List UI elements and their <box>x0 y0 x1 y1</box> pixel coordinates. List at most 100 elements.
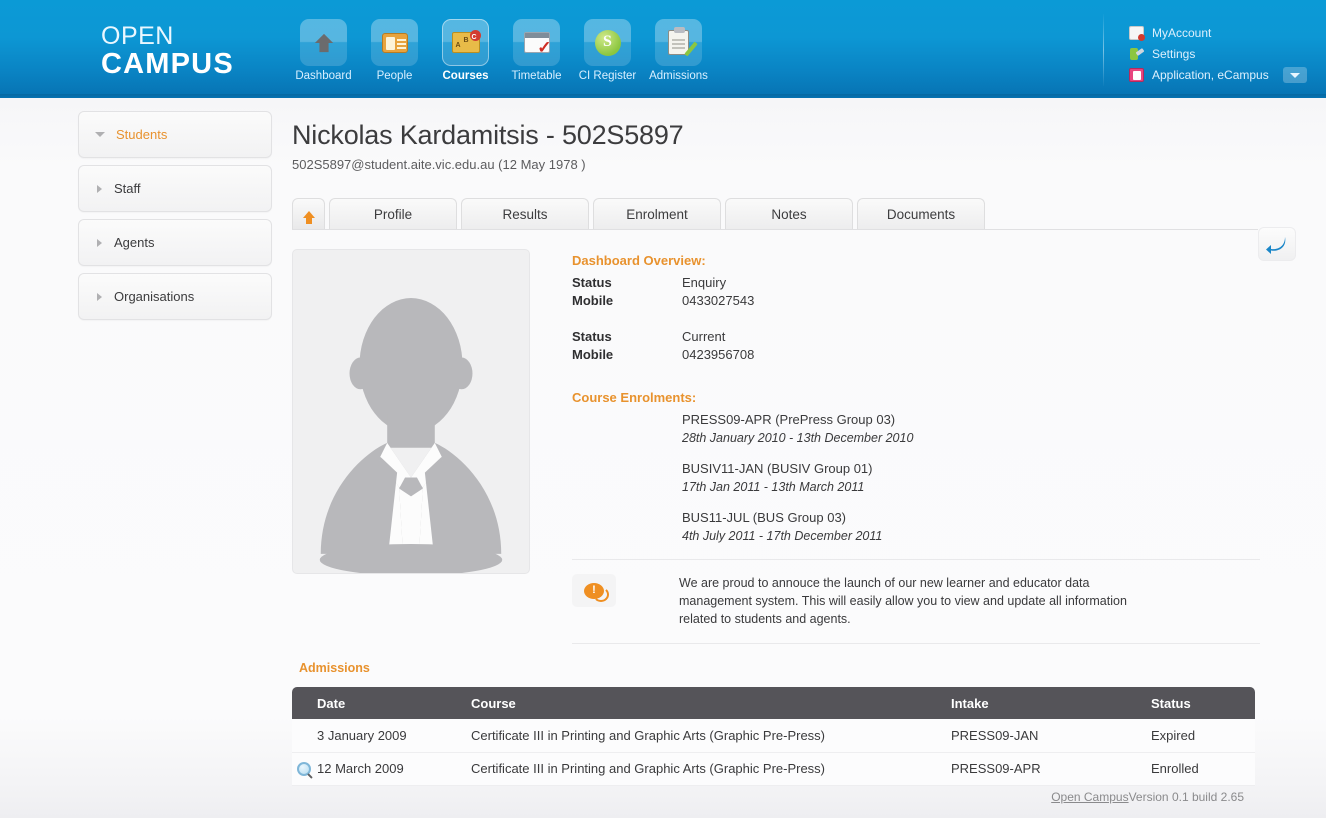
divider <box>572 643 1260 644</box>
enrolment-name: BUS11-JUL (BUS Group 03) <box>682 510 847 525</box>
nav-item-timetable[interactable]: ✓ Timetable <box>506 19 567 82</box>
sidebar-item-staff[interactable]: Staff <box>78 165 272 212</box>
account-card-icon <box>1129 26 1145 41</box>
speech-bubble-icon <box>572 574 616 607</box>
column-header-status[interactable]: Status <box>1137 687 1255 719</box>
brand-line-2: CAMPUS <box>101 47 234 80</box>
enrolment-dates: 17th Jan 2011 - 13th March 2011 <box>682 480 865 494</box>
bubble-shape <box>584 582 609 602</box>
application-icon <box>1129 68 1144 82</box>
sidebar-item-label: Agents <box>114 235 155 250</box>
account-item-settings[interactable]: Settings <box>1129 44 1307 64</box>
page-body: Students Staff Agents Organisations Nick… <box>0 98 1326 818</box>
tab-notes[interactable]: Notes <box>725 198 853 229</box>
chevron-down-icon <box>95 132 105 137</box>
enrolment-dates: 28th January 2010 - 13th December 2010 <box>682 431 914 445</box>
announcement: We are proud to annouce the launch of ou… <box>572 560 1260 628</box>
enrolment-item: BUSIV11-JAN (BUSIV Group 01) 17th Jan 20… <box>572 460 1268 496</box>
nav-item-ci-register[interactable]: CI Register <box>577 19 638 82</box>
chevron-right-icon <box>97 184 102 193</box>
tab-label: Enrolment <box>626 206 688 222</box>
sidebar-item-organisations[interactable]: Organisations <box>78 273 272 320</box>
cell-date: 3 January 2009 <box>292 719 457 753</box>
sidebar-item-agents[interactable]: Agents <box>78 219 272 266</box>
cell-intake: PRESS09-JAN <box>937 719 1137 753</box>
enrolment-dates: 4th July 2011 - 17th December 2011 <box>682 529 883 543</box>
tab-profile[interactable]: Profile <box>329 198 457 229</box>
overview-row: Mobile 0423956708 <box>572 346 1268 364</box>
sidebar-item-label: Students <box>116 127 168 142</box>
brand-line-1: OPEN <box>101 22 174 50</box>
account-item-label: Application, eCampus <box>1152 68 1269 82</box>
nav-tile <box>371 19 418 66</box>
tab-label: Documents <box>886 206 956 222</box>
table-head: Date Course Intake Status <box>292 687 1255 719</box>
folder-tabs-icon: ABC <box>451 30 481 53</box>
tab-enrolment[interactable]: Enrolment <box>593 198 721 229</box>
cell-status: Expired <box>1137 719 1255 753</box>
enrolment-item: BUS11-JUL (BUS Group 03) 4th July 2011 -… <box>572 509 1268 545</box>
footer-version: Version 0.1 build 2.65 <box>1128 790 1244 804</box>
tab-documents[interactable]: Documents <box>857 198 985 229</box>
overview-value: Current <box>682 329 726 344</box>
overview-heading: Dashboard Overview: <box>572 253 706 268</box>
tab-results[interactable]: Results <box>461 198 589 229</box>
main-row: Dashboard Overview: Status Enquiry Mobil… <box>292 249 1268 644</box>
home-arrow-icon <box>302 210 315 224</box>
overview-key: Status <box>572 275 612 290</box>
id-badge-icon <box>381 32 408 53</box>
overview-row: Mobile 0433027543 <box>572 292 1268 310</box>
person-placeholder-icon <box>319 298 503 573</box>
magnifier-icon[interactable] <box>297 761 311 776</box>
nav-tile <box>655 19 702 66</box>
column-header-intake[interactable]: Intake <box>937 687 1137 719</box>
nav-tile: ABC <box>442 19 489 66</box>
nav-label: Dashboard <box>295 70 352 82</box>
chevron-down-icon[interactable] <box>1282 67 1307 83</box>
clipboard-pen-icon <box>668 27 698 57</box>
chevron-right-icon <box>97 292 102 301</box>
nav-item-admissions[interactable]: Admissions <box>648 19 709 82</box>
page-subtitle: 502S5897@student.aite.vic.edu.au (12 May… <box>292 157 586 172</box>
nav-item-courses[interactable]: ABC Courses <box>435 19 496 82</box>
nav-item-people[interactable]: People <box>364 19 425 82</box>
nav-item-dashboard[interactable]: Dashboard <box>293 19 354 82</box>
calendar-check-icon: ✓ <box>523 32 552 56</box>
table-header-row: Date Course Intake Status <box>292 687 1255 719</box>
column-header-date[interactable]: Date <box>292 687 457 719</box>
chevron-right-icon <box>97 238 102 247</box>
tab-label: Notes <box>771 206 807 222</box>
overview-value: 0433027543 <box>682 293 755 308</box>
home-icon <box>314 33 333 52</box>
enrolment-item: PRESS09-APR (PrePress Group 03) 28th Jan… <box>572 411 1268 447</box>
column-header-course[interactable]: Course <box>457 687 937 719</box>
overview-key: Mobile <box>572 293 614 308</box>
footer-link[interactable]: Open Campus <box>1051 790 1128 804</box>
nav-tile: ✓ <box>513 19 560 66</box>
nav-label: CI Register <box>578 70 637 82</box>
tab-label: Results <box>502 206 548 222</box>
nav-label: People <box>376 70 413 82</box>
app-header: OPEN CAMPUS Dashboard People ABC Courses… <box>0 0 1326 98</box>
account-item-label: MyAccount <box>1152 26 1212 40</box>
enrolment-name: PRESS09-APR (PrePress Group 03) <box>682 412 896 427</box>
nav-label: Courses <box>442 70 489 82</box>
sidebar-item-students[interactable]: Students <box>78 111 272 158</box>
account-item-application[interactable]: Application, eCampus <box>1129 65 1307 85</box>
content-column: Nickolas Kardamitsis - 502S5897 502S5897… <box>292 98 1268 786</box>
sidebar-item-label: Staff <box>114 181 141 196</box>
back-arrow-icon <box>1266 237 1286 254</box>
announcement-text: We are proud to annouce the launch of ou… <box>679 576 1127 626</box>
overview-row: Status Current <box>572 328 1268 346</box>
account-item-label: Settings <box>1152 47 1196 61</box>
nav-label: Timetable <box>511 70 562 82</box>
tab-home[interactable] <box>292 198 325 229</box>
account-item-myaccount[interactable]: MyAccount <box>1129 23 1307 43</box>
sidebar-item-label: Organisations <box>114 289 195 304</box>
brand-logo[interactable]: OPEN CAMPUS <box>101 22 234 80</box>
table-row[interactable]: 3 January 2009 Certificate III in Printi… <box>292 719 1255 753</box>
header-divider <box>1103 14 1104 86</box>
overview-value: Enquiry <box>682 275 727 290</box>
account-menu: MyAccount Settings Application, eCampus <box>1129 23 1307 86</box>
